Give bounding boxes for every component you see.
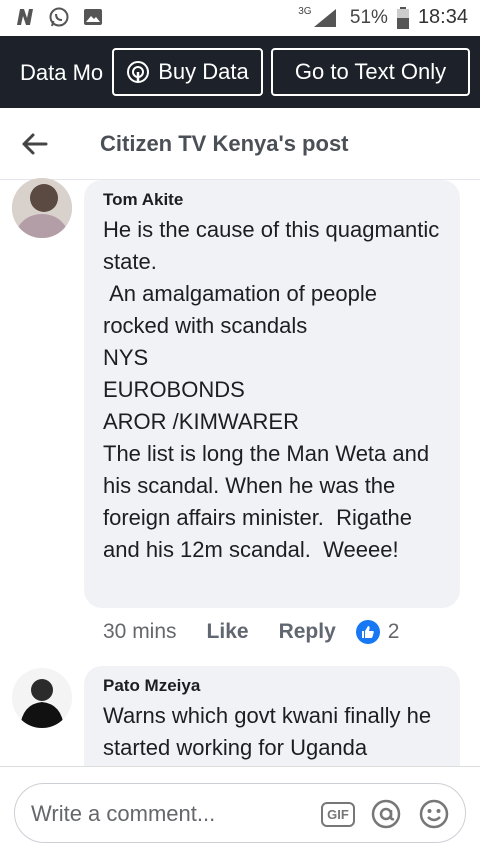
broadcast-icon bbox=[126, 60, 150, 84]
reply-button[interactable]: Reply bbox=[279, 620, 336, 644]
gif-icon[interactable]: GIF bbox=[321, 797, 355, 831]
comment-bubble[interactable]: Tom Akite He is the cause of this quagma… bbox=[84, 180, 460, 608]
avatar[interactable] bbox=[12, 178, 72, 238]
comment-text: Warns which govt kwani finally he starte… bbox=[103, 703, 438, 760]
n-icon bbox=[14, 6, 36, 28]
whatsapp-icon bbox=[48, 6, 70, 28]
comment-item: Tom Akite He is the cause of this quagma… bbox=[0, 178, 480, 660]
comment-input[interactable]: Write a comment... GIF bbox=[14, 783, 466, 843]
clock: 18:34 bbox=[417, 6, 468, 28]
comment-composer: Write a comment... GIF bbox=[0, 766, 480, 854]
data-mode-label: Data Mo bbox=[20, 60, 104, 85]
text-only-button[interactable]: Go to Text Only bbox=[271, 48, 470, 96]
data-mode-bar: Data Mo Buy Data Go to Text Only bbox=[0, 36, 480, 108]
comment-time: 30 mins bbox=[103, 620, 177, 643]
comment-text: He is the cause of this quagmantic state… bbox=[103, 217, 440, 562]
emoji-icon[interactable] bbox=[417, 797, 451, 831]
page-title: Citizen TV Kenya's post bbox=[100, 131, 349, 156]
buy-data-label: Buy Data bbox=[158, 59, 249, 84]
buy-data-button[interactable]: Buy Data bbox=[112, 48, 263, 96]
comment-placeholder: Write a comment... bbox=[31, 801, 216, 826]
battery-icon bbox=[396, 6, 410, 29]
comment-item: Pato Mzeiya Warns which govt kwani final… bbox=[0, 666, 480, 766]
like-button[interactable]: Like bbox=[207, 620, 249, 644]
battery-percent: 51% bbox=[349, 6, 388, 28]
comment-author[interactable]: Tom Akite bbox=[103, 190, 446, 210]
post-header: Citizen TV Kenya's post bbox=[0, 108, 480, 180]
gallery-icon bbox=[82, 6, 104, 28]
avatar[interactable] bbox=[12, 668, 72, 728]
comment-actions: 30 mins Like Reply 2 bbox=[103, 620, 399, 644]
gif-label: GIF bbox=[321, 801, 355, 827]
status-bar: 3G 51% 18:34 bbox=[0, 0, 480, 36]
like-count: 2 bbox=[387, 620, 400, 643]
thumbs-up-icon bbox=[355, 620, 380, 644]
signal-icon: 3G bbox=[294, 6, 342, 29]
comment-author[interactable]: Pato Mzeiya bbox=[103, 676, 446, 696]
comment-bubble[interactable]: Pato Mzeiya Warns which govt kwani final… bbox=[84, 666, 460, 766]
text-only-label: Go to Text Only bbox=[294, 59, 447, 84]
mention-icon[interactable] bbox=[369, 797, 403, 831]
back-arrow-icon[interactable] bbox=[20, 128, 52, 160]
network-type: 3G bbox=[298, 6, 312, 17]
